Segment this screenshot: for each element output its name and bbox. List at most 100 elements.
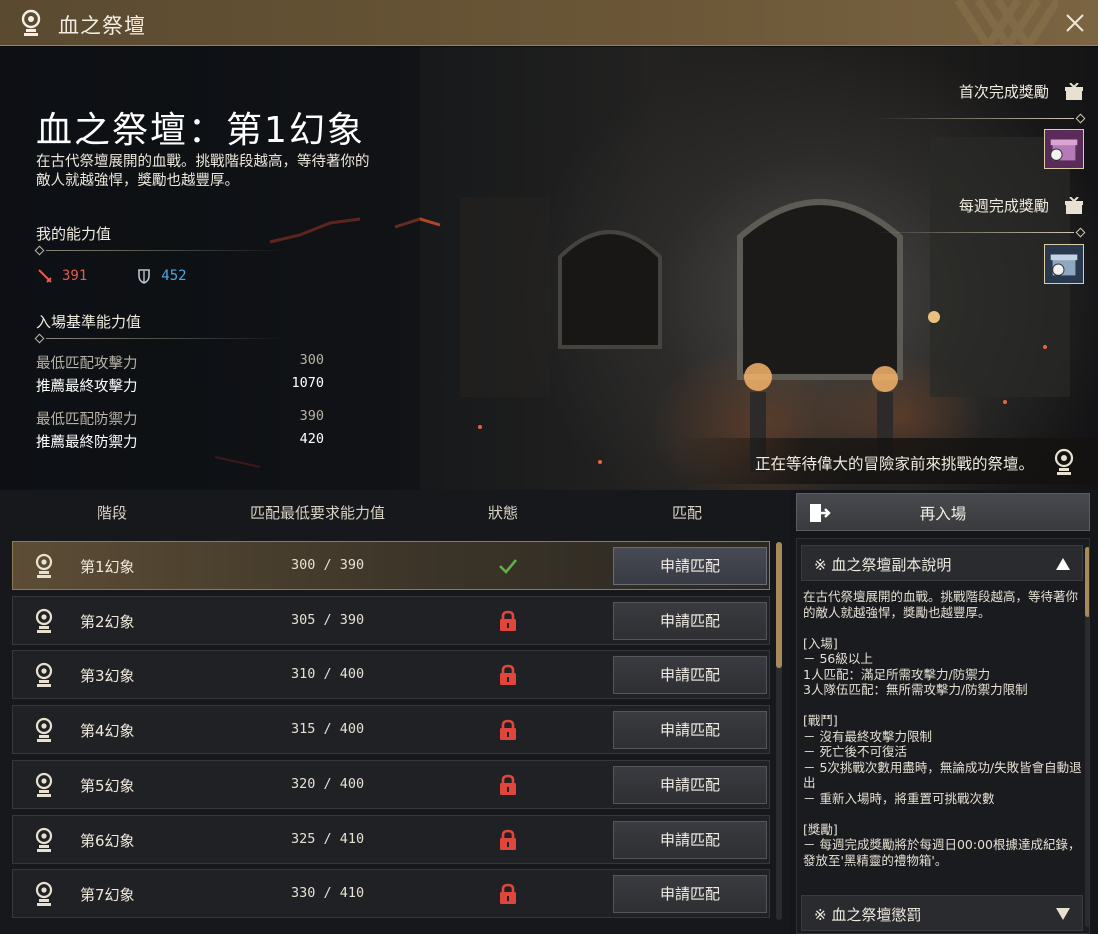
info-scrollbar[interactable] [1085, 547, 1089, 927]
stage-name: 第2幻象 [80, 612, 135, 631]
info-panel: 再入場 ※ 血之祭壇副本說明 在古代祭壇展開的血戰。挑戰階段越高，等待著你的敵人… [790, 490, 1098, 934]
stage-requirement: 320 / 400 [291, 775, 365, 792]
altar-icon [21, 9, 41, 36]
divider [34, 333, 316, 344]
stage-row[interactable]: 第6幻象 325 / 410 申請匹配 [12, 814, 770, 864]
gift-icon [1065, 82, 1083, 100]
lock-icon [500, 719, 516, 741]
altar-icon [35, 553, 53, 578]
lock-icon [500, 665, 516, 686]
stage-row[interactable]: 第7幻象 330 / 410 申請匹配 [12, 869, 770, 919]
recommended-defense-row: 推薦最終防禦力 420 [36, 431, 336, 454]
stage-row[interactable]: 第2幻象 305 / 390 申請匹配 [12, 595, 770, 645]
altar-icon [1054, 448, 1074, 475]
divider [34, 245, 316, 256]
divider [874, 227, 1086, 238]
request-match-button[interactable]: 申請匹配 [613, 547, 767, 585]
window-title: 血之祭壇 [58, 14, 146, 38]
recommended-attack-value: 1070 [291, 375, 324, 391]
stage-list-header: 階段 匹配最低要求能力值 狀態 匹配 [0, 490, 790, 534]
waiting-banner: 正在等待偉大的冒險家前來挑戰的祭壇。 [678, 438, 1098, 484]
request-match-button[interactable]: 申請匹配 [613, 765, 767, 804]
scrollbar-thumb[interactable] [776, 542, 782, 668]
attack-value: 391 [62, 268, 88, 284]
stage-requirement: 315 / 400 [291, 721, 365, 738]
request-match-button[interactable]: 申請匹配 [613, 875, 767, 914]
stage-list-scrollbar[interactable] [776, 542, 782, 920]
stage-requirement: 300 / 390 [291, 557, 365, 573]
stage-requirement: 305 / 390 [291, 611, 365, 628]
weekly-clear-reward-item-icon[interactable] [1044, 244, 1084, 284]
stage-name: 第6幻象 [80, 831, 135, 850]
recommended-attack-label: 推薦最終攻擊力 [36, 379, 138, 395]
stage-name: 第3幻象 [80, 667, 135, 686]
stage-name: 第1幻象 [80, 558, 135, 576]
entry-requirements-label: 入場基準能力值 [36, 313, 142, 331]
stage-row[interactable]: 第3幻象 310 / 400 申請匹配 [12, 650, 770, 700]
altar-icon [35, 663, 53, 688]
min-defense-value: 390 [299, 408, 324, 424]
my-stats-values: 391 452 [36, 267, 187, 285]
entry-requirements-table: 最低匹配攻擊力 300 推薦最終攻擊力 1070 最低匹配防禦力 390 推薦最… [36, 352, 336, 454]
first-clear-reward-item-icon[interactable] [1044, 129, 1084, 169]
sword-icon [38, 269, 52, 283]
header-match: 匹配 [672, 504, 703, 522]
stage-row[interactable]: 第1幻象 300 / 390 申請匹配 [12, 541, 770, 590]
stage-name: 第5幻象 [80, 776, 135, 795]
title-bar: 血之祭壇 [0, 0, 1098, 46]
header-requirement: 匹配最低要求能力值 [250, 504, 386, 522]
min-attack-label: 最低匹配攻擊力 [36, 356, 138, 372]
lock-icon [500, 610, 516, 631]
altar-icon [35, 608, 53, 633]
info-accordion-title: ※ 血之祭壇副本說明 [814, 556, 952, 574]
scrollbar-thumb[interactable] [1085, 547, 1089, 617]
info-box: ※ 血之祭壇副本說明 在古代祭壇展開的血戰。挑戰階段越高，等待著你的敵人就越強悍… [796, 538, 1090, 934]
request-match-button[interactable]: 申請匹配 [613, 820, 767, 859]
waiting-text: 正在等待偉大的冒險家前來挑戰的祭壇。 [754, 455, 1034, 473]
recommended-attack-row: 推薦最終攻擊力 1070 [36, 375, 336, 398]
title-bar-ornament [954, 0, 1058, 46]
stage-requirement: 330 / 410 [291, 885, 365, 902]
first-clear-reward-label: 首次完成獎勵 [958, 83, 1049, 101]
info-text: 在古代祭壇展開的血戰。挑戰階段越高，等待著你的敵人就越強悍，獎勵也越豐厚。 [入… [803, 589, 1082, 868]
lock-icon [500, 829, 516, 850]
gift-icon [1065, 196, 1083, 214]
request-match-button[interactable]: 申請匹配 [613, 601, 767, 640]
stage-name: 第4幻象 [80, 722, 135, 741]
info-accordion-header[interactable]: ※ 血之祭壇副本說明 [801, 545, 1083, 581]
my-stats-label: 我的能力值 [36, 225, 112, 243]
collapse-up-icon [1056, 558, 1070, 570]
shield-icon [138, 269, 151, 284]
reenter-button[interactable]: 再入場 [796, 493, 1090, 531]
recommended-defense-value: 420 [299, 431, 324, 447]
stage-row[interactable]: 第5幻象 320 / 400 申請匹配 [12, 759, 770, 809]
request-match-button[interactable]: 申請匹配 [613, 711, 767, 750]
stage-description: 在古代祭壇展開的血戰。挑戰階段越高，等待著你的敵人就越強悍，獎勵也越豐厚。 [36, 154, 370, 189]
reenter-label: 再入場 [919, 505, 967, 523]
min-attack-value: 300 [299, 352, 324, 368]
stage-requirement: 310 / 400 [291, 666, 365, 683]
stage-row[interactable]: 第4幻象 315 / 400 申請匹配 [12, 705, 770, 755]
min-defense-label: 最低匹配防禦力 [36, 412, 138, 428]
hero-banner: 血之祭壇：第1幻象 在古代祭壇展開的血戰。挑戰階段越高，等待著你的敵人就越強悍，… [0, 47, 1098, 490]
altar-icon [35, 717, 53, 743]
min-attack-row: 最低匹配攻擊力 300 [36, 352, 336, 375]
lock-icon [500, 883, 516, 905]
header-stage: 階段 [97, 504, 128, 522]
lock-icon [500, 774, 516, 795]
weekly-clear-reward-header: 每週完成獎勵 [959, 195, 1084, 216]
weekly-clear-reward-label: 每週完成獎勵 [958, 197, 1049, 215]
first-clear-reward-header: 首次完成獎勵 [959, 81, 1084, 102]
request-match-button[interactable]: 申請匹配 [613, 656, 767, 695]
altar-icon [35, 882, 53, 907]
expand-down-icon [1056, 908, 1070, 920]
min-defense-row: 最低匹配防禦力 390 [36, 408, 336, 431]
close-icon[interactable] [1062, 10, 1088, 36]
penalty-accordion-title: ※ 血之祭壇懲罰 [814, 906, 922, 924]
header-status: 狀態 [488, 504, 519, 522]
stage-title: 血之祭壇：第1幻象 [36, 110, 365, 151]
altar-icon [35, 827, 53, 852]
altar-icon [35, 772, 53, 797]
penalty-accordion-header[interactable]: ※ 血之祭壇懲罰 [801, 895, 1083, 931]
stage-name: 第7幻象 [80, 886, 135, 905]
